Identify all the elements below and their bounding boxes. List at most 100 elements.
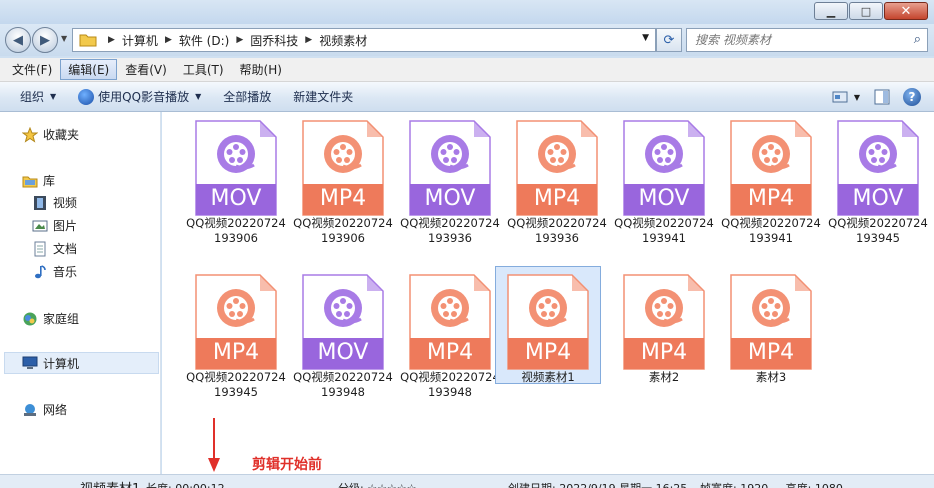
file-item[interactable]: MP4 视频素材1 [495, 266, 601, 384]
file-extension-label: MOV [317, 340, 369, 365]
status-duration: 长度: 00:00:12 [146, 480, 225, 488]
close-button[interactable]: ✕ [884, 2, 928, 20]
computer-icon [22, 355, 38, 371]
file-extension-label: MP4 [533, 186, 581, 211]
nav-music[interactable]: 音乐 [32, 263, 77, 280]
file-item[interactable]: MOV QQ视频20220724193941 [612, 120, 716, 246]
file-name: 素材2 [648, 370, 680, 384]
video-file-icon: MOV [301, 274, 385, 370]
file-name: QQ视频20220724193936 [507, 216, 607, 245]
file-item[interactable]: MP4 QQ视频20220724193941 [719, 120, 823, 246]
nav-documents[interactable]: 文档 [32, 240, 77, 257]
address-bar[interactable]: ▶ 计算机 ▶ 软件 (D:) ▶ 固乔科技 ▶ 视频素材 ▼ [72, 28, 656, 52]
new-folder-button[interactable]: 新建文件夹 [285, 88, 361, 105]
annotation-text: 剪辑开始前 [252, 457, 322, 473]
nav-favorites[interactable]: 收藏夹 [21, 126, 80, 143]
file-item[interactable]: MP4 QQ视频20220724193906 [291, 120, 395, 246]
file-extension-label: MP4 [640, 340, 688, 365]
video-file-icon: MP4 [729, 120, 813, 216]
file-extension-label: MP4 [319, 186, 367, 211]
maximize-button[interactable]: □ [849, 2, 883, 20]
video-file-icon: MOV [622, 120, 706, 216]
navigation-pane: 收藏夹 库 视频 图片 文档 音乐 家庭组 计算机 网络 [0, 112, 161, 474]
play-with-qq-button[interactable]: 使用QQ影音播放 ▼ [70, 88, 209, 105]
address-dropdown-icon[interactable]: ▼ [642, 33, 649, 43]
menu-file[interactable]: 文件(F) [4, 59, 60, 80]
nav-videos[interactable]: 视频 [32, 194, 77, 211]
video-file-icon: MP4 [506, 274, 590, 370]
back-arrow-icon: ◀ [13, 32, 23, 48]
video-file-icon: MOV [836, 120, 920, 216]
file-name: 视频素材1 [521, 370, 575, 384]
menu-tools[interactable]: 工具(T) [175, 59, 232, 80]
folder-icon [79, 33, 97, 47]
breadcrumb-current[interactable]: 视频素材 [319, 32, 367, 49]
nav-network-label: 网络 [43, 403, 68, 417]
organize-label: 组织 [20, 90, 45, 104]
file-item[interactable]: MP4 QQ视频20220724193945 [184, 274, 288, 400]
search-input[interactable] [695, 33, 895, 47]
film-icon [32, 195, 48, 211]
file-name: QQ视频20220724193945 [186, 370, 286, 399]
title-bar: ▁ □ ✕ [0, 0, 934, 24]
view-controls: ▼ ? [820, 87, 922, 107]
forward-button[interactable]: ▶ [32, 27, 58, 53]
nav-homegroup[interactable]: 家庭组 [22, 310, 79, 327]
breadcrumb-computer[interactable]: 计算机 [122, 32, 158, 49]
file-extension-label: MP4 [524, 340, 572, 365]
nav-videos-label: 视频 [53, 196, 78, 210]
minimize-button[interactable]: ▁ [814, 2, 848, 20]
video-file-icon: MP4 [301, 120, 385, 216]
nav-libraries[interactable]: 库 [22, 172, 55, 189]
homegroup-icon [22, 311, 38, 327]
help-icon: ? [903, 88, 921, 106]
menu-view[interactable]: 查看(V) [117, 59, 175, 80]
window-controls: ▁ □ ✕ [813, 2, 928, 20]
file-item[interactable]: MP4 QQ视频20220724193936 [505, 120, 609, 246]
file-item[interactable]: MP4 QQ视频20220724193948 [398, 274, 502, 400]
file-name: QQ视频20220724193906 [186, 216, 286, 245]
nav-favorites-label: 收藏夹 [43, 128, 80, 142]
refresh-button[interactable]: ⟳ [656, 28, 682, 52]
minimize-icon: ▁ [826, 4, 836, 18]
details-pane: 视频素材1 长度: 00:00:12 分级: ☆☆☆☆☆ 创建日期: 2022/… [0, 474, 934, 488]
search-box[interactable]: ⌕ [686, 28, 928, 52]
search-icon[interactable]: ⌕ [914, 32, 921, 47]
status-rating: 分级: ☆☆☆☆☆ [338, 480, 417, 488]
back-button[interactable]: ◀ [5, 27, 31, 53]
breadcrumb-separator-icon[interactable]: ▶ [165, 35, 172, 45]
file-name: QQ视频20220724193948 [400, 370, 500, 399]
file-extension-label: MP4 [212, 340, 260, 365]
video-file-icon: MOV [408, 120, 492, 216]
help-button[interactable]: ? [902, 87, 922, 107]
menu-edit[interactable]: 编辑(E) [60, 59, 118, 80]
address-row: ◀ ▶ ▼ ▶ 计算机 ▶ 软件 (D:) ▶ 固乔科技 ▶ 视频素材 ▼ ⟳ … [0, 24, 934, 56]
file-item[interactable]: MOV QQ视频20220724193936 [398, 120, 502, 246]
view-dropdown-icon[interactable]: ▼ [852, 87, 862, 107]
file-item[interactable]: MOV QQ视频20220724193948 [291, 274, 395, 400]
file-item[interactable]: MOV QQ视频20220724193906 [184, 120, 288, 246]
nav-network[interactable]: 网络 [22, 401, 67, 418]
video-file-icon: MP4 [194, 274, 278, 370]
nav-computer[interactable]: 计算机 [4, 352, 159, 374]
nav-pictures[interactable]: 图片 [32, 217, 77, 234]
file-item[interactable]: MP4 素材3 [719, 274, 823, 385]
menu-help[interactable]: 帮助(H) [232, 59, 290, 80]
recent-pages-dropdown[interactable]: ▼ [61, 34, 67, 43]
breadcrumb-separator-icon[interactable]: ▶ [236, 35, 243, 45]
video-file-icon: MOV [194, 120, 278, 216]
close-icon: ✕ [900, 3, 912, 19]
status-size: 帧宽度: 1920 ... 高度: 1080 [700, 480, 843, 488]
breadcrumb-separator-icon[interactable]: ▶ [305, 35, 312, 45]
file-item[interactable]: MP4 素材2 [612, 274, 716, 385]
change-view-icon[interactable] [830, 87, 850, 107]
breadcrumb-drive[interactable]: 软件 (D:) [179, 32, 229, 49]
organize-button[interactable]: 组织 ▼ [12, 88, 64, 105]
breadcrumb-separator-icon[interactable]: ▶ [108, 35, 115, 45]
breadcrumb-folder[interactable]: 固乔科技 [250, 32, 298, 49]
preview-pane-icon[interactable] [872, 87, 892, 107]
video-file-icon: MP4 [515, 120, 599, 216]
video-file-icon: MP4 [729, 274, 813, 370]
play-all-button[interactable]: 全部播放 [215, 88, 279, 105]
file-item[interactable]: MOV QQ视频20220724193945 [826, 120, 930, 246]
